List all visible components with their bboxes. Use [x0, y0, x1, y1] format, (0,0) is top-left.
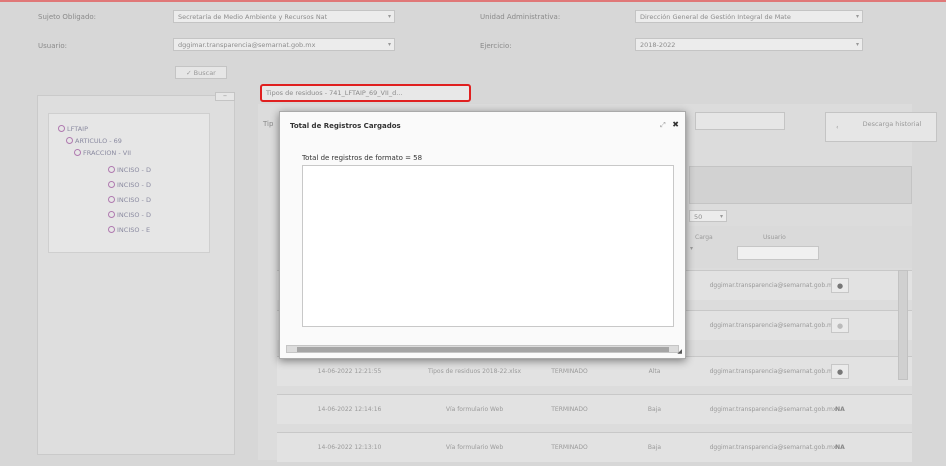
- row-action-button[interactable]: ●: [831, 318, 849, 333]
- modal-content-area: [302, 165, 674, 327]
- tree-node[interactable]: INCISO - D: [108, 166, 151, 174]
- modal-horizontal-scrollbar[interactable]: [286, 345, 679, 353]
- tree-node[interactable]: INCISO - E: [108, 226, 150, 234]
- col-header-carga: Carga: [695, 234, 713, 241]
- cell-accion: NA: [835, 406, 845, 414]
- chevron-down-icon: ▾: [719, 213, 723, 220]
- cell-usuario: dggimar.transparencia@semarnat.gob.mx: [709, 406, 837, 414]
- sujeto-obligado-value: Secretaría de Medio Ambiente y Recursos …: [178, 13, 328, 21]
- ejercicio-label: Ejercicio:: [480, 42, 512, 50]
- modal-header-icons: ⤢ ✖: [660, 120, 679, 130]
- ejercicio-select[interactable]: 2018-2022 ▾: [635, 38, 863, 51]
- cell-origen: Tipos de residuos 2018-22.xlsx: [427, 368, 522, 376]
- tab-tipos-de-residuos[interactable]: Tipos de residuos - 741_LFTAIP_69_VII_d.…: [260, 84, 471, 102]
- chevron-down-icon: ▾: [855, 41, 859, 48]
- table-row: 14-06-2022 12:13:10 Vía formulario Web T…: [277, 432, 912, 462]
- folder-icon: [66, 137, 73, 144]
- usuario-value: dggimar.transparencia@semarnat.gob.mx: [178, 41, 316, 49]
- col-header-usuario: Usuario: [763, 234, 786, 241]
- sujeto-obligado-select[interactable]: Secretaría de Medio Ambiente y Recursos …: [173, 10, 395, 23]
- usuario-filter-input[interactable]: [737, 246, 819, 260]
- tree-node[interactable]: INCISO - D: [108, 211, 151, 219]
- chevron-down-icon: ▾: [387, 13, 391, 20]
- tree-node[interactable]: INCISO - D: [108, 196, 151, 204]
- row-action-button[interactable]: ●: [831, 278, 849, 293]
- cell-tipo: Baja: [647, 444, 662, 452]
- modal-title: Total de Registros Cargados: [290, 122, 401, 130]
- folder-icon: [74, 149, 81, 156]
- row-action-button[interactable]: ●: [831, 364, 849, 379]
- unidad-administrativa-label: Unidad Administrativa:: [480, 13, 561, 21]
- top-accent-line: [0, 0, 946, 2]
- tree-node[interactable]: FRACCION - VII: [74, 149, 131, 157]
- table-scrollbar[interactable]: [898, 270, 908, 380]
- table-row: 14-06-2022 12:21:55 Tipos de residuos 20…: [277, 356, 912, 386]
- leaf-icon: [108, 181, 115, 188]
- cell-fecha: 14-06-2022 12:14:16: [317, 406, 382, 414]
- cell-estado: TERMINADO: [551, 406, 588, 414]
- tree-node[interactable]: LFTAIP: [58, 125, 88, 133]
- close-icon[interactable]: ✖: [672, 120, 679, 129]
- cell-origen: Vía formulario Web: [445, 406, 504, 414]
- buscar-button[interactable]: ✓ Buscar: [175, 66, 227, 79]
- grid-header-band: [689, 166, 912, 204]
- sort-icon[interactable]: ▾: [690, 245, 693, 252]
- modal-header: Total de Registros Cargados ⤢ ✖: [280, 112, 685, 139]
- modal-message: Total de registros de formato = 58: [302, 154, 423, 162]
- descarga-historial-label: Descarga historial: [862, 120, 922, 128]
- chevron-left-icon: ‹: [836, 123, 839, 131]
- cell-accion: NA: [835, 444, 845, 452]
- cell-usuario: dggimar.transparencia@semarnat.gob.mx: [709, 282, 837, 290]
- cell-usuario: dggimar.transparencia@semarnat.gob.mx: [709, 368, 837, 376]
- folder-icon: [58, 125, 65, 132]
- cell-tipo: Alta: [648, 368, 661, 376]
- sujeto-obligado-label: Sujeto Obligado:: [38, 13, 97, 21]
- cell-fecha: 14-06-2022 12:13:10: [317, 444, 382, 452]
- unidad-administrativa-select[interactable]: Dirección General de Gestión Integral de…: [635, 10, 863, 23]
- page-size-value: 50: [694, 213, 703, 221]
- cell-tipo: Baja: [647, 406, 662, 414]
- toolbar-disabled-button[interactable]: [695, 112, 785, 130]
- usuario-select[interactable]: dggimar.transparencia@semarnat.gob.mx ▾: [173, 38, 395, 51]
- descarga-historial-button[interactable]: ‹ Descarga historial: [825, 112, 937, 142]
- tree-node[interactable]: ARTICULO - 69: [66, 137, 122, 145]
- maximize-icon[interactable]: ⤢: [660, 121, 666, 129]
- page-size-select[interactable]: 50 ▾: [689, 210, 727, 222]
- leaf-icon: [108, 196, 115, 203]
- cell-estado: TERMINADO: [551, 368, 588, 376]
- chevron-down-icon: ▾: [387, 41, 391, 48]
- cell-estado: TERMINADO: [551, 444, 588, 452]
- usuario-label: Usuario:: [38, 42, 67, 50]
- cell-usuario: dggimar.transparencia@semarnat.gob.mx: [709, 322, 837, 330]
- tipo-label: Tip: [263, 120, 274, 128]
- leaf-icon: [108, 166, 115, 173]
- leaf-icon: [108, 211, 115, 218]
- collapse-panel-button[interactable]: –: [215, 92, 235, 101]
- modal-dialog: Total de Registros Cargados ⤢ ✖ Total de…: [279, 111, 686, 359]
- unidad-administrativa-value: Dirección General de Gestión Integral de…: [640, 13, 791, 21]
- table-row: 14-06-2022 12:14:16 Vía formulario Web T…: [277, 394, 912, 424]
- ejercicio-value: 2018-2022: [640, 41, 676, 49]
- cell-fecha: 14-06-2022 12:21:55: [317, 368, 382, 376]
- tree-node[interactable]: INCISO - D: [108, 181, 151, 189]
- cell-usuario: dggimar.transparencia@semarnat.gob.mx: [709, 444, 837, 452]
- leaf-icon: [108, 226, 115, 233]
- chevron-down-icon: ▾: [855, 13, 859, 20]
- resize-handle-icon[interactable]: ◢: [677, 348, 682, 355]
- cell-origen: Vía formulario Web: [445, 444, 504, 452]
- scrollbar-thumb[interactable]: [297, 347, 669, 352]
